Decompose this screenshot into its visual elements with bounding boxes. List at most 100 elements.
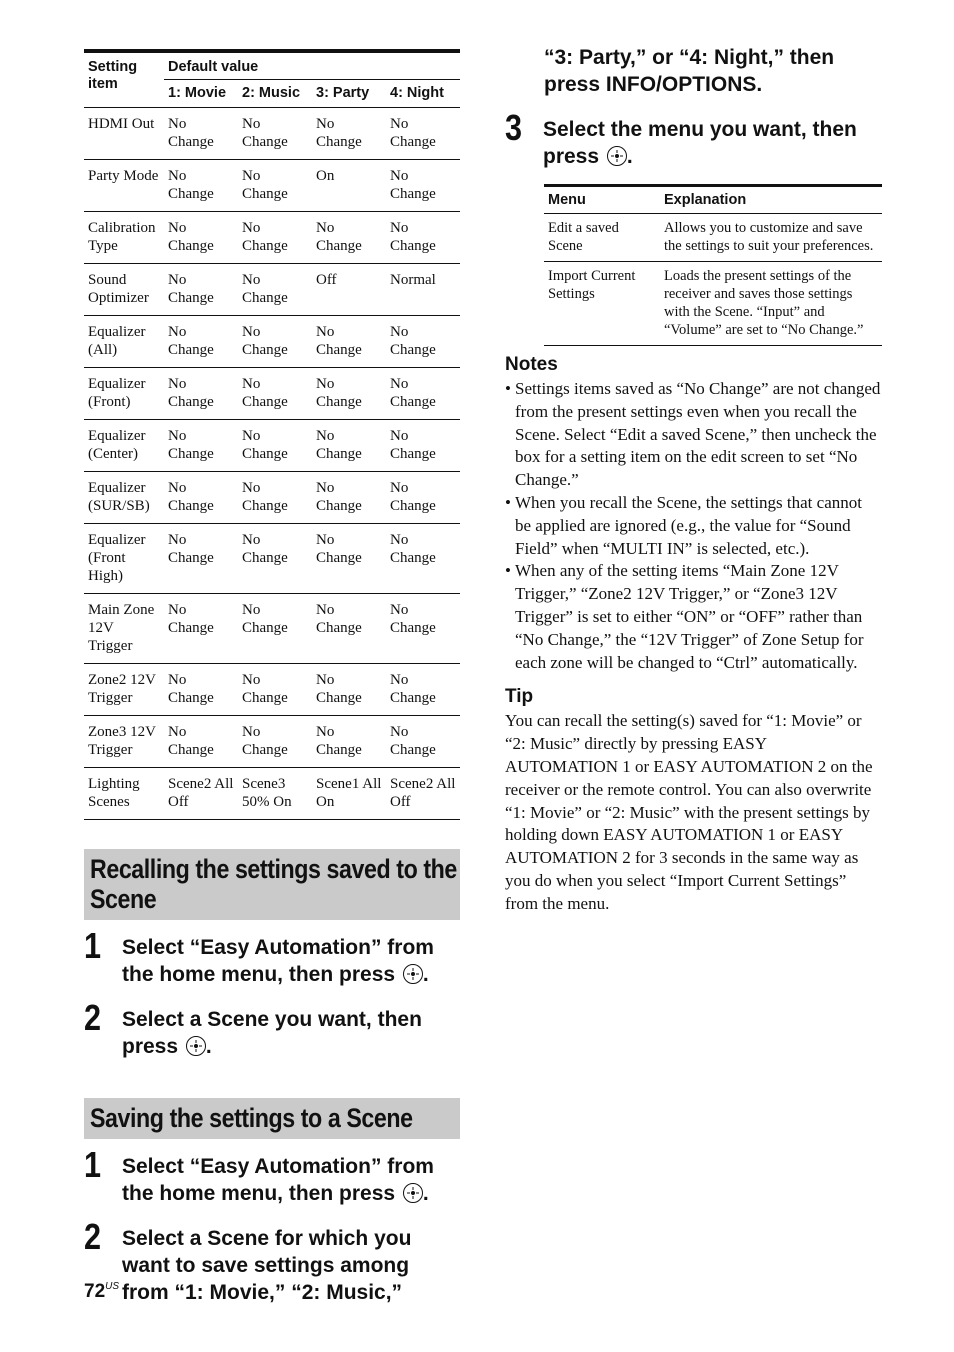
header-default-value: Default value bbox=[164, 49, 460, 80]
default-value-cell: No Change bbox=[238, 367, 312, 420]
enter-button-icon bbox=[402, 1183, 423, 1203]
save-step-3: 3 Select the menu you want, then press . bbox=[505, 110, 882, 170]
note-item: When you recall the Scene, the settings … bbox=[505, 492, 882, 560]
setting-item-cell: Equalizer (All) bbox=[84, 315, 164, 368]
step-period: . bbox=[422, 963, 429, 986]
explanation-cell: Allows you to customize and save the set… bbox=[660, 213, 882, 262]
default-value-cell: No Change bbox=[238, 419, 312, 472]
step-period: . bbox=[626, 145, 633, 168]
setting-item-cell: Equalizer (Front) bbox=[84, 367, 164, 420]
default-value-cell: No Change bbox=[164, 471, 238, 524]
default-value-cell: No Change bbox=[386, 159, 460, 212]
step-text: Select a Scene you want, then press bbox=[122, 1008, 422, 1058]
default-value-cell: No Change bbox=[164, 315, 238, 368]
step-text: Select the menu you want, then press bbox=[543, 118, 857, 168]
default-value-cell: No Change bbox=[386, 523, 460, 594]
scene-settings-table: Setting item Default value 1: Movie 2: M… bbox=[84, 49, 460, 820]
default-value-cell: Scene2 All Off bbox=[164, 767, 238, 820]
default-value-cell: No Change bbox=[238, 715, 312, 768]
step-number: 2 bbox=[84, 997, 102, 1038]
step-text: Select “Easy Automation” from the home m… bbox=[122, 1155, 434, 1205]
table-row: Equalizer (Center) No Change No Change No C… bbox=[84, 419, 460, 472]
table-row: Equalizer (Front) No Change No Change No Ch… bbox=[84, 367, 460, 420]
default-value-cell: No Change bbox=[386, 367, 460, 420]
default-value-cell: No Change bbox=[238, 315, 312, 368]
default-value-cell: No Change bbox=[238, 211, 312, 264]
tip-text: You can recall the setting(s) saved for … bbox=[505, 711, 873, 913]
page-number-value: 72 bbox=[84, 1281, 106, 1302]
default-value-cell: No Change bbox=[386, 593, 460, 664]
default-value-cell: No Change bbox=[238, 663, 312, 716]
menu-table: Menu Explanation Edit a saved Scene Allo… bbox=[544, 184, 882, 346]
default-value-cell: No Change bbox=[312, 663, 386, 716]
table-row: Equalizer (SUR/SB) No Change No Change No C… bbox=[84, 471, 460, 524]
default-value-cell: Normal bbox=[386, 263, 460, 316]
setting-item-cell: Lighting Scenes bbox=[84, 767, 164, 820]
setting-item-cell: Equalizer (Center) bbox=[84, 419, 164, 472]
step-number: 2 bbox=[84, 1216, 102, 1257]
column-header: 2: Music bbox=[238, 79, 312, 108]
default-value-cell: No Change bbox=[386, 107, 460, 160]
setting-item-cell: Equalizer (Front High) bbox=[84, 523, 164, 594]
step-number: 1 bbox=[84, 925, 102, 966]
section-heading-save: Saving the settings to a Scene bbox=[84, 1098, 460, 1139]
default-value-cell: No Change bbox=[238, 523, 312, 594]
table-row: Sound Optimizer No Change No Change Off Norm… bbox=[84, 263, 460, 316]
default-value-cell: No Change bbox=[164, 367, 238, 420]
default-value-cell: No Change bbox=[312, 107, 386, 160]
default-value-cell: No Change bbox=[386, 315, 460, 368]
table-row: Lighting Scenes Scene2 All Off Scene3 50% … bbox=[84, 767, 460, 820]
table-row: Main Zone 12V Trigger No Change No Change N… bbox=[84, 593, 460, 664]
note-item: Settings items saved as “No Change” are … bbox=[505, 378, 882, 492]
default-value-cell: No Change bbox=[164, 523, 238, 594]
default-value-cell: No Change bbox=[164, 263, 238, 316]
header-setting-item: Setting item bbox=[84, 49, 164, 108]
default-value-cell: No Change bbox=[312, 715, 386, 768]
save-step-1: 1 Select “Easy Automation” from the home… bbox=[84, 1147, 460, 1207]
setting-item-cell: Sound Optimizer bbox=[84, 263, 164, 316]
table-row: Equalizer (All) No Change No Change No Chan… bbox=[84, 315, 460, 368]
notes-list: Settings items saved as “No Change” are … bbox=[505, 378, 882, 674]
table-row: HDMI Out No Change No Change No Change No Ch… bbox=[84, 107, 460, 160]
recall-step-2: 2 Select a Scene you want, then press . bbox=[84, 1000, 460, 1060]
column-header: 1: Movie bbox=[164, 79, 238, 108]
setting-item-cell: Zone3 12V Trigger bbox=[84, 715, 164, 768]
default-value-cell: No Change bbox=[238, 593, 312, 664]
setting-item-cell: Calibration Type bbox=[84, 211, 164, 264]
page-number: 72US bbox=[84, 1281, 119, 1303]
enter-button-icon bbox=[185, 1036, 206, 1056]
default-value-cell: Scene1 All On bbox=[312, 767, 386, 820]
default-value-cell: No Change bbox=[312, 211, 386, 264]
default-value-cell: No Change bbox=[164, 419, 238, 472]
section-heading-recall: Recalling the settings saved to the Scen… bbox=[84, 849, 460, 920]
section-title: Saving the settings to a Scene bbox=[90, 1103, 413, 1133]
setting-item-cell: HDMI Out bbox=[84, 107, 164, 160]
default-value-cell: No Change bbox=[312, 593, 386, 664]
table-row: Import Current Settings Loads the presen… bbox=[544, 261, 882, 346]
default-value-cell: Scene3 50% On bbox=[238, 767, 312, 820]
section-title: Recalling the settings saved to the Scen… bbox=[90, 854, 457, 914]
default-value-cell: No Change bbox=[386, 211, 460, 264]
save-step-2: 2 Select a Scene for which you want to s… bbox=[84, 1219, 460, 1306]
default-value-cell: No Change bbox=[164, 107, 238, 160]
default-value-cell: No Change bbox=[164, 593, 238, 664]
step-text: Select “Easy Automation” from the home m… bbox=[122, 936, 434, 986]
enter-button-icon bbox=[402, 964, 423, 984]
step-text: Select a Scene for which you want to sav… bbox=[122, 1227, 412, 1304]
default-value-cell: No Change bbox=[164, 663, 238, 716]
notes-heading: Notes bbox=[505, 354, 558, 375]
table-row: Party Mode No Change No Change On No Change bbox=[84, 159, 460, 212]
step-number: 1 bbox=[84, 1144, 102, 1185]
menu-cell: Import Current Settings bbox=[544, 261, 660, 346]
default-value-cell: No Change bbox=[312, 419, 386, 472]
default-value-cell: No Change bbox=[312, 471, 386, 524]
default-value-cell: No Change bbox=[312, 315, 386, 368]
explanation-column-header: Explanation bbox=[660, 184, 882, 214]
default-value-cell: No Change bbox=[386, 663, 460, 716]
default-value-cell: No Change bbox=[164, 159, 238, 212]
default-value-cell: No Change bbox=[386, 419, 460, 472]
default-value-cell: No Change bbox=[238, 159, 312, 212]
menu-column-header: Menu bbox=[544, 184, 660, 214]
enter-button-icon bbox=[606, 146, 627, 166]
column-header: 3: Party bbox=[312, 79, 386, 108]
